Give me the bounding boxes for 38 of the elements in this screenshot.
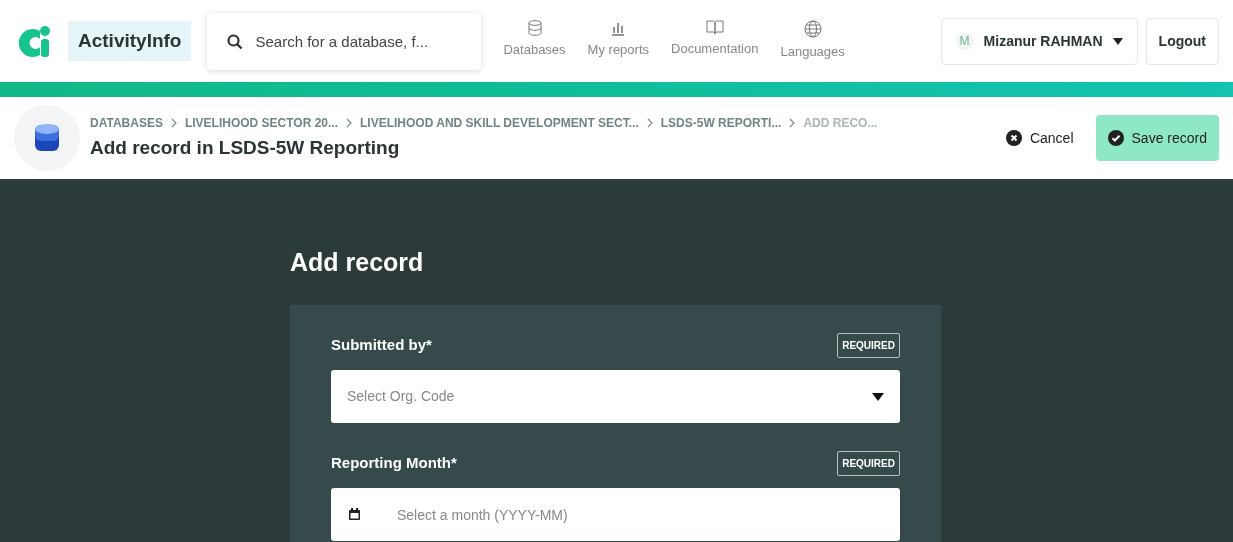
chevron-icon — [170, 117, 177, 128]
cancel-button[interactable]: Cancel — [1005, 127, 1074, 149]
form-title: Add record — [290, 247, 425, 278]
required-badge: REQUIRED — [837, 451, 900, 476]
search-icon — [227, 33, 244, 50]
month-field[interactable]: Select a month (YYYY-MM) — [331, 488, 900, 541]
database-icon — [527, 20, 542, 37]
chevron-icon — [789, 117, 796, 128]
bar-chart-icon — [610, 20, 627, 37]
select-field[interactable]: Select Org. Code — [331, 370, 900, 423]
field-label: Submitted by* — [331, 335, 432, 356]
check-icon — [1107, 130, 1124, 146]
breadcrumb-link[interactable]: LSDS-5W REPORTI... — [660, 113, 782, 132]
caret-icon — [1112, 37, 1123, 45]
nav-link[interactable]: Languages — [772, 20, 853, 62]
breadcrumb-link[interactable]: LIVELIHOOD SECTOR 20... — [184, 113, 339, 132]
caret-icon — [872, 392, 884, 401]
required-badge: REQUIRED — [837, 333, 900, 358]
logout-button[interactable]: Logout — [1145, 17, 1219, 65]
nav-link[interactable]: Documentation — [663, 20, 767, 62]
save-button[interactable]: Save record — [1095, 115, 1219, 161]
breadcrumb-link[interactable]: LIVELIHOOD AND SKILL DEVELOPMENT SECT... — [360, 113, 639, 132]
nav-link[interactable]: Databases — [495, 20, 574, 62]
nav-link[interactable]: My reports — [579, 20, 657, 62]
breadcrumb-link[interactable]: DATABASES — [90, 113, 163, 132]
calendar-icon — [349, 508, 360, 520]
field-label: Reporting Month* — [331, 453, 457, 474]
user-menu-button[interactable]: M Mizanur RAHMAN — [940, 17, 1138, 65]
globe-icon — [803, 20, 822, 39]
avatar: M — [955, 32, 974, 50]
page-title: Add record in LSDS-5W Reporting — [90, 135, 401, 160]
breadcrumb-link[interactable]: ADD RECO... — [803, 113, 878, 132]
brand-name[interactable]: ActivityInfo — [68, 20, 192, 62]
chevron-icon — [646, 117, 653, 128]
chevron-icon — [346, 117, 353, 128]
search-field[interactable]: Search for a database, f... — [207, 12, 482, 70]
book-icon — [705, 20, 724, 36]
close-icon — [1005, 130, 1022, 146]
